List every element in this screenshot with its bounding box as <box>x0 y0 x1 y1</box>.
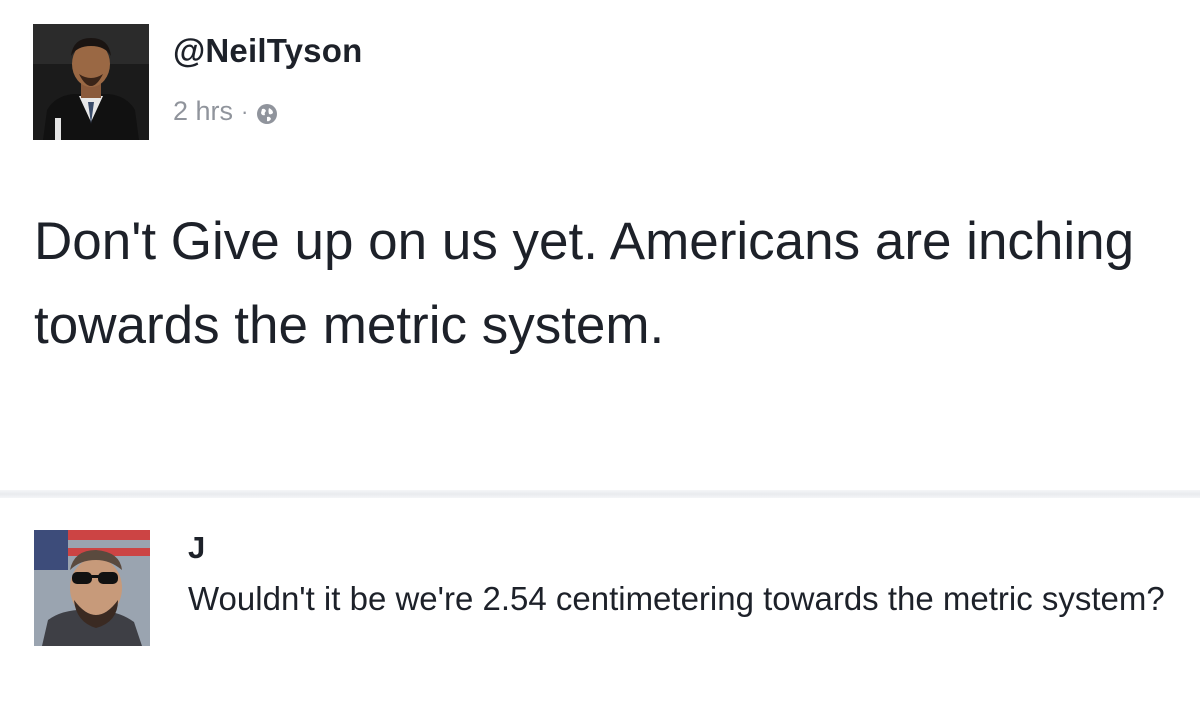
post-text: Don't Give up on us yet. Americans are i… <box>34 212 1135 355</box>
post-meta: 2 hrs · <box>173 96 278 127</box>
globe-icon[interactable] <box>256 101 278 124</box>
author-avatar[interactable] <box>33 24 149 140</box>
author-name[interactable]: @NeilTyson <box>173 32 362 70</box>
commenter-avatar[interactable] <box>34 530 150 646</box>
commenter-avatar-image <box>34 530 150 646</box>
commenter-name[interactable]: J <box>188 530 205 566</box>
post-time[interactable]: 2 hrs <box>173 96 233 127</box>
author-avatar-image <box>33 24 149 140</box>
meta-separator: · <box>241 98 249 124</box>
divider <box>0 490 1200 498</box>
comment: J Wouldn't it be we're 2.54 centimeterin… <box>0 498 1200 726</box>
comment-text: Wouldn't it be we're 2.54 centimetering … <box>188 580 1165 617</box>
post: @NeilTyson 2 hrs · Don't Give up on us y… <box>0 0 1200 490</box>
